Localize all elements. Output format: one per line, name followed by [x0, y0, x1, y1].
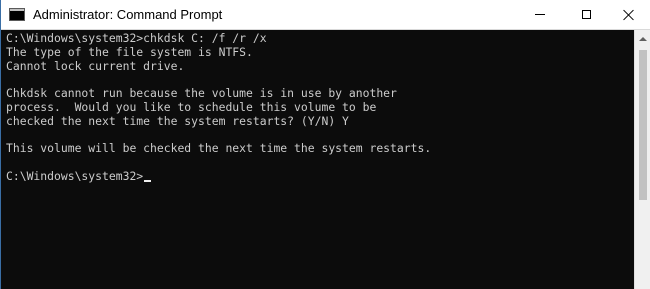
scroll-up-button[interactable]	[635, 30, 650, 47]
console-line: C:\Windows\system32>chkdsk C: /f /r /x	[6, 31, 267, 45]
console-line: checked the next time the system restart…	[6, 113, 349, 128]
window-title: Administrator: Command Prompt	[33, 7, 223, 22]
title-bar[interactable]: Administrator: Command Prompt	[1, 0, 650, 30]
prompt-text: C:\Windows\system32>	[6, 168, 144, 183]
close-button[interactable]	[607, 0, 650, 29]
console-line: Cannot lock current drive.	[6, 58, 185, 73]
maximize-icon	[581, 10, 591, 19]
maximize-button[interactable]	[564, 0, 608, 29]
scrollbar-thumb[interactable]	[639, 50, 647, 200]
console-line: Chkdsk cannot run because the volume is …	[6, 86, 397, 101]
text-cursor	[144, 179, 152, 182]
vertical-scrollbar[interactable]	[634, 30, 650, 289]
minimize-button[interactable]	[518, 0, 562, 29]
console-output[interactable]: C:\Windows\system32>chkdsk C: /f /r /x T…	[6, 30, 626, 289]
command-prompt-window: Administrator: Command Prompt C:\Windows…	[0, 0, 650, 289]
chevron-up-icon	[639, 36, 647, 41]
command-prompt-icon[interactable]	[9, 8, 25, 21]
minimize-icon	[535, 14, 545, 15]
console-line: process. Would you like to schedule this…	[6, 99, 377, 114]
console-line: This volume will be checked the next tim…	[6, 141, 432, 156]
console-line: The type of the file system is NTFS.	[6, 44, 253, 59]
command-prompt-line[interactable]: C:\Windows\system32>	[6, 168, 626, 184]
close-icon	[623, 9, 635, 21]
